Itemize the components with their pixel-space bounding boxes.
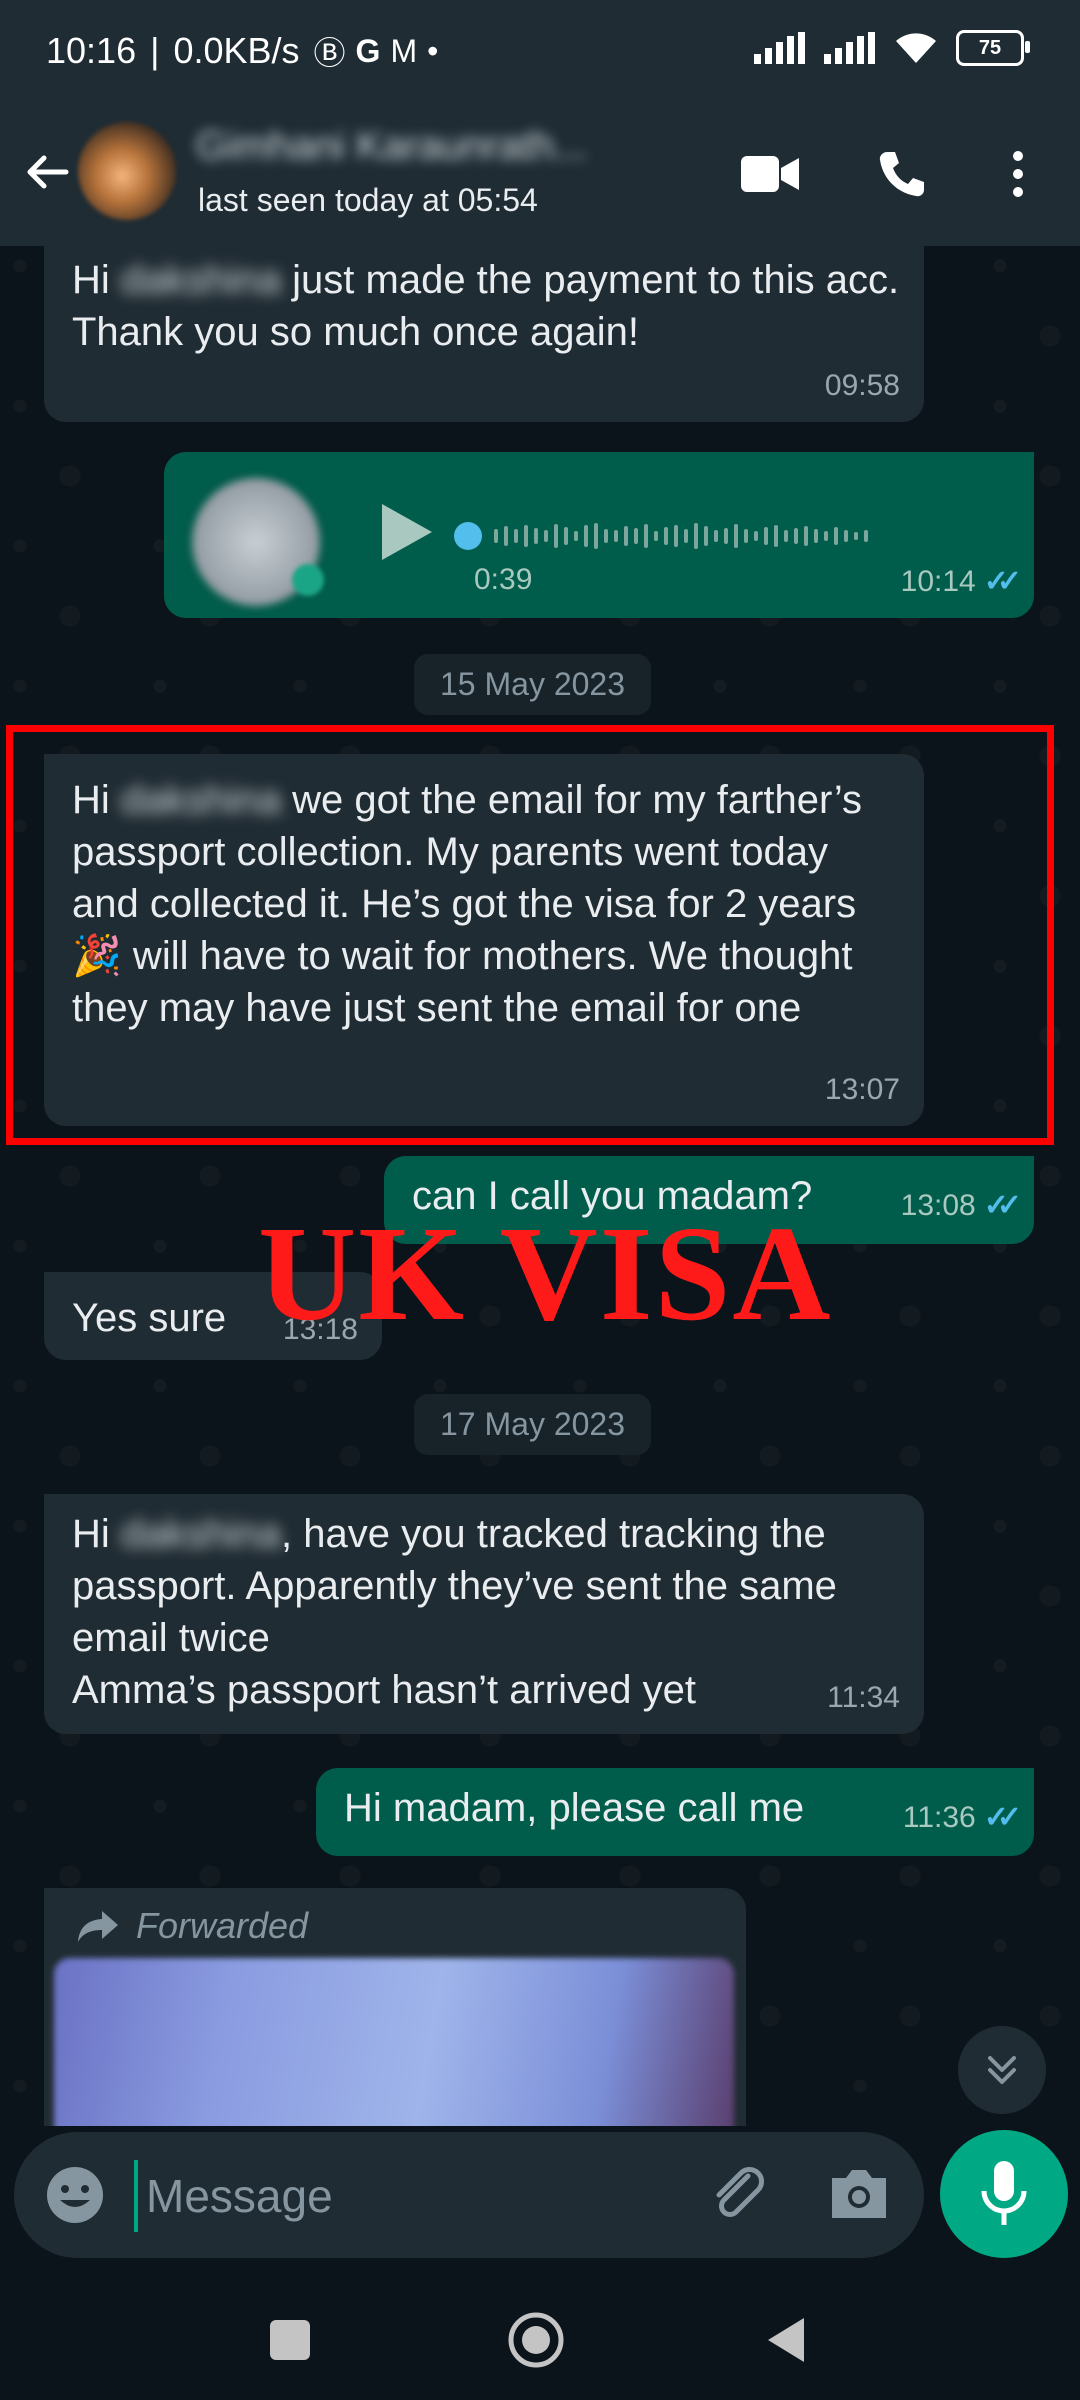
- status-time: 10:16: [46, 30, 137, 71]
- message-time: 10:14 ✓✓: [901, 556, 1022, 608]
- phone-icon[interactable]: [872, 144, 932, 204]
- mic-button[interactable]: [940, 2130, 1068, 2258]
- message-input-pill: [14, 2132, 924, 2258]
- app-b-icon: Ⓑ: [313, 35, 346, 71]
- blurred-name: dakshina: [120, 258, 282, 302]
- contact-name[interactable]: Gimhani Karaunrath...: [196, 124, 676, 169]
- wifi-icon: [896, 33, 936, 63]
- blurred-name: dakshina: [120, 1512, 282, 1556]
- last-seen: last seen today at 05:54: [198, 182, 538, 218]
- message-time: 11:34: [827, 1681, 900, 1714]
- status-right: 75: [754, 30, 1030, 66]
- back-arrow-icon[interactable]: [18, 144, 74, 200]
- nav-recents-icon[interactable]: [260, 2310, 320, 2370]
- attach-icon[interactable]: [708, 2164, 770, 2226]
- date-separator: 15 May 2023: [414, 654, 652, 715]
- forward-arrow-icon: [78, 1911, 118, 1942]
- scroll-down-icon: [988, 2056, 1016, 2084]
- mic-icon: [981, 2161, 1027, 2225]
- nav-back-icon[interactable]: [756, 2310, 816, 2370]
- overlay-title: UK VISA: [258, 1199, 833, 1349]
- double-check-icon: ✓✓: [983, 565, 1022, 598]
- double-check-icon: ✓✓: [983, 1189, 1022, 1222]
- composer: [0, 2126, 1080, 2280]
- message-text: Yes sure: [72, 1296, 227, 1340]
- voice-message[interactable]: 0:39 10:14 ✓✓: [164, 452, 1034, 618]
- camera-icon[interactable]: [826, 2164, 892, 2226]
- gmail-icon: M: [390, 32, 418, 69]
- notification-icons: Ⓑ G M •: [314, 28, 439, 74]
- dot-icon: •: [427, 32, 439, 69]
- message-text: Hi madam, please call me: [344, 1786, 805, 1830]
- message-time: 11:36 ✓✓: [903, 1792, 1022, 1844]
- nav-home-icon[interactable]: [506, 2310, 566, 2370]
- message-time: 09:58: [824, 369, 900, 402]
- message-time: 13:08 ✓✓: [901, 1180, 1022, 1232]
- battery-icon: 75: [956, 30, 1030, 66]
- status-left: 10:16 | 0.0KB/s Ⓑ G M •: [46, 28, 438, 74]
- forwarded-image[interactable]: [54, 1958, 734, 2126]
- forwarded-label: Forwarded: [76, 1900, 308, 1952]
- message-input[interactable]: [134, 2160, 708, 2232]
- message-text: Hi dakshina, have you tracked tracking t…: [72, 1508, 902, 1716]
- chat-area[interactable]: Hi dakshina just made the payment to thi…: [0, 246, 1080, 2126]
- emoji-icon[interactable]: [42, 2162, 108, 2228]
- signal-icon-2: [824, 32, 875, 64]
- double-check-icon: ✓✓: [983, 1801, 1022, 1834]
- date-separator: 17 May 2023: [414, 1394, 652, 1455]
- play-icon[interactable]: [376, 500, 436, 564]
- google-icon: G: [355, 32, 381, 69]
- more-options-icon[interactable]: [988, 144, 1048, 204]
- status-bar: 10:16 | 0.0KB/s Ⓑ G M • 75: [0, 0, 1080, 100]
- voice-waveform[interactable]: [454, 522, 868, 550]
- message-incoming[interactable]: Hi dakshina, have you tracked tracking t…: [44, 1494, 924, 1734]
- video-call-icon[interactable]: [740, 144, 800, 204]
- playhead[interactable]: [454, 522, 482, 550]
- chat-header: Gimhani Karaunrath... last seen today at…: [0, 100, 1080, 246]
- highlight-box: [6, 725, 1054, 1145]
- message-outgoing[interactable]: Hi madam, please call me 11:36 ✓✓: [316, 1768, 1034, 1856]
- avatar[interactable]: [78, 122, 176, 220]
- battery-level: 75: [978, 36, 1002, 59]
- signal-icon: [754, 32, 805, 64]
- forwarded-message[interactable]: Forwarded: [44, 1888, 746, 2126]
- message-text: Hi dakshina just made the payment to thi…: [72, 254, 902, 358]
- scroll-down-button[interactable]: [958, 2026, 1046, 2114]
- navigation-bar: [0, 2280, 1080, 2400]
- mic-badge-icon: [292, 564, 324, 596]
- network-speed: 0.0KB/s: [173, 30, 300, 71]
- voice-duration: 0:39: [474, 563, 533, 596]
- message-incoming[interactable]: Hi dakshina just made the payment to thi…: [44, 246, 924, 422]
